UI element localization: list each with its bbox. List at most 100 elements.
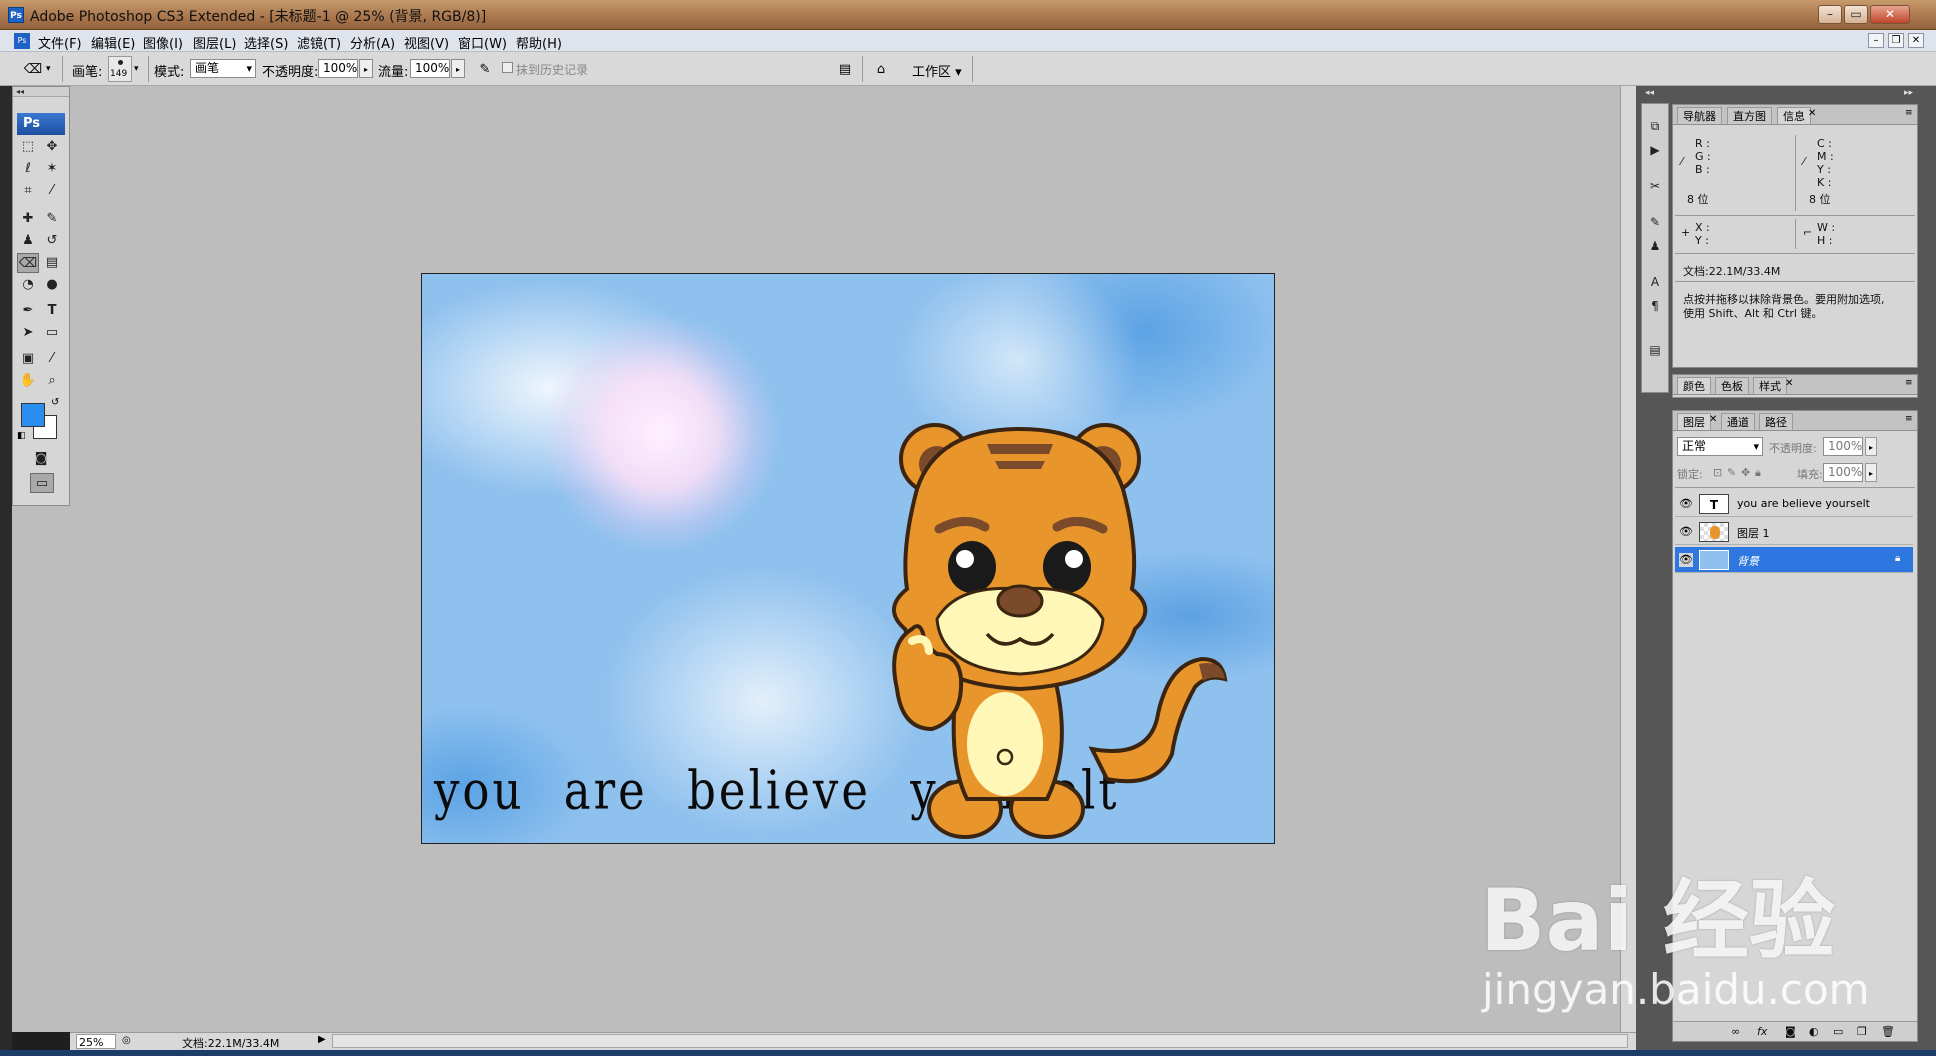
- new-layer-icon[interactable]: ❐: [1857, 1025, 1867, 1038]
- palette-well-icon[interactable]: ▤: [834, 58, 856, 80]
- paragraph-panel-icon[interactable]: ¶: [1644, 296, 1666, 316]
- layer-row-text[interactable]: 👁︎ T you are believe yourselt: [1675, 491, 1913, 517]
- tab-info[interactable]: 信息: [1777, 107, 1811, 124]
- mode-dropdown[interactable]: 画笔: [190, 59, 256, 78]
- tab-navigator[interactable]: 导航器: [1677, 107, 1722, 124]
- menu-help[interactable]: 帮助(H): [516, 33, 562, 52]
- eye-icon[interactable]: 👁︎: [1679, 553, 1693, 567]
- lock-all-icon[interactable]: 🔒︎: [1755, 466, 1761, 480]
- menu-file[interactable]: 文件(F): [38, 33, 82, 52]
- status-menu-arrow-icon[interactable]: ▶: [318, 1034, 326, 1045]
- panel-menu-icon[interactable]: ≡: [1905, 378, 1913, 388]
- healing-brush-icon[interactable]: ✚: [17, 209, 39, 229]
- path-select-icon[interactable]: ➤: [17, 323, 39, 343]
- lock-position-icon[interactable]: ✥: [1741, 466, 1750, 479]
- dodge-tool-icon[interactable]: ●: [41, 275, 63, 295]
- status-icon[interactable]: ◎: [122, 1035, 136, 1049]
- close-button[interactable]: ✕: [1870, 5, 1910, 24]
- history-brush-icon[interactable]: ↺: [41, 231, 63, 251]
- flow-input[interactable]: 100%: [410, 59, 450, 78]
- dock-expand-icon[interactable]: ▸▸: [1904, 88, 1913, 98]
- close-tab-icon[interactable]: ✕: [1785, 378, 1793, 389]
- blend-mode-dropdown[interactable]: 正常: [1677, 437, 1763, 456]
- brush-picker[interactable]: 149: [108, 56, 132, 82]
- brush-tool-icon[interactable]: ✎: [41, 209, 63, 229]
- foreground-color-swatch[interactable]: [21, 403, 45, 427]
- add-mask-icon[interactable]: ◙: [1785, 1025, 1796, 1038]
- fill-slider-button[interactable]: ▸: [1865, 463, 1877, 482]
- erase-history-checkbox[interactable]: [502, 62, 513, 73]
- menu-select[interactable]: 选择(S): [244, 33, 288, 52]
- adjustment-layer-icon[interactable]: ◐: [1809, 1025, 1819, 1038]
- tab-swatches[interactable]: 色板: [1715, 377, 1749, 394]
- horizontal-scrollbar[interactable]: [332, 1034, 1628, 1048]
- history-panel-icon[interactable]: ⧉: [1644, 116, 1666, 136]
- lock-transparent-icon[interactable]: ⊡: [1713, 466, 1722, 479]
- layer-opacity-input[interactable]: 100%: [1823, 437, 1863, 456]
- layer-row-background[interactable]: 👁︎ 背景 🔒︎: [1675, 547, 1913, 573]
- dock-collapse-icon[interactable]: ◂◂: [1645, 88, 1654, 98]
- workspace-menu[interactable]: 工作区 ▾: [912, 61, 962, 80]
- chevron-down-icon[interactable]: ▾: [134, 64, 139, 74]
- fill-input[interactable]: 100%: [1823, 463, 1863, 482]
- opacity-input[interactable]: 100%: [318, 59, 358, 78]
- panel-menu-icon[interactable]: ≡: [1905, 414, 1913, 424]
- menu-window[interactable]: 窗口(W): [458, 33, 507, 52]
- marquee-tool-icon[interactable]: ⬚: [17, 137, 39, 157]
- doc-restore-button[interactable]: ❐: [1888, 33, 1904, 48]
- tab-layers[interactable]: 图层: [1677, 413, 1711, 430]
- zoom-level-field[interactable]: 25%: [76, 1034, 116, 1049]
- menu-view[interactable]: 视图(V): [404, 33, 449, 52]
- hand-tool-icon[interactable]: ✋: [17, 371, 39, 391]
- type-tool-icon[interactable]: T: [41, 301, 63, 321]
- maximize-button[interactable]: ▭: [1844, 5, 1868, 24]
- pen-tool-icon[interactable]: ✒: [17, 301, 39, 321]
- tab-paths[interactable]: 路径: [1759, 413, 1793, 430]
- menu-analysis[interactable]: 分析(A): [350, 33, 395, 52]
- menu-image[interactable]: 图像(I): [143, 33, 183, 52]
- panel-menu-icon[interactable]: ≡: [1905, 108, 1913, 118]
- eraser-tool-icon[interactable]: ⌫: [17, 253, 39, 273]
- bridge-icon[interactable]: ⌂: [870, 58, 892, 80]
- tool-presets-icon[interactable]: ✂: [1644, 176, 1666, 196]
- menu-layer[interactable]: 图层(L): [193, 33, 236, 52]
- character-panel-icon[interactable]: A: [1644, 272, 1666, 292]
- layer-opacity-slider-button[interactable]: ▸: [1865, 437, 1877, 456]
- ps-doc-icon[interactable]: Ps: [14, 33, 30, 49]
- airbrush-icon[interactable]: ✎: [474, 58, 496, 80]
- lasso-tool-icon[interactable]: ℓ: [17, 159, 39, 179]
- eye-icon[interactable]: 👁︎: [1679, 497, 1693, 511]
- layer-style-icon[interactable]: fx: [1757, 1025, 1767, 1038]
- doc-minimize-button[interactable]: –: [1868, 33, 1884, 48]
- crop-tool-icon[interactable]: ⌗: [17, 181, 39, 201]
- delete-layer-icon[interactable]: 🗑︎: [1881, 1025, 1895, 1038]
- actions-panel-icon[interactable]: ▶: [1644, 140, 1666, 160]
- tab-styles[interactable]: 样式: [1753, 377, 1787, 394]
- image-canvas[interactable]: you are believe yourselt: [421, 273, 1275, 844]
- eraser-tool-preset-icon[interactable]: ⌫: [22, 58, 44, 80]
- tab-channels[interactable]: 通道: [1721, 413, 1755, 430]
- magic-wand-icon[interactable]: ✶: [41, 159, 63, 179]
- close-tab-icon[interactable]: ✕: [1709, 414, 1717, 425]
- zoom-tool-icon[interactable]: ⌕: [41, 371, 63, 391]
- eye-icon[interactable]: 👁︎: [1679, 525, 1693, 539]
- eyedropper-icon[interactable]: ⁄: [41, 349, 63, 369]
- opacity-slider-button[interactable]: ▸: [359, 59, 373, 78]
- lock-pixels-icon[interactable]: ✎: [1727, 466, 1736, 479]
- clone-source-icon[interactable]: ♟: [1644, 236, 1666, 256]
- quick-mask-icon[interactable]: ◙: [30, 449, 52, 469]
- doc-close-button[interactable]: ✕: [1908, 33, 1924, 48]
- screen-mode-icon[interactable]: ▭: [30, 473, 54, 493]
- blur-tool-icon[interactable]: ◔: [17, 275, 39, 295]
- clone-stamp-icon[interactable]: ♟: [17, 231, 39, 251]
- tab-histogram[interactable]: 直方图: [1727, 107, 1772, 124]
- link-layers-icon[interactable]: ∞: [1731, 1025, 1740, 1038]
- shape-tool-icon[interactable]: ▭: [41, 323, 63, 343]
- new-group-icon[interactable]: ▭: [1833, 1025, 1843, 1038]
- tab-color[interactable]: 颜色: [1677, 377, 1711, 394]
- move-tool-icon[interactable]: ✥: [41, 137, 63, 157]
- notes-tool-icon[interactable]: ▣: [17, 349, 39, 369]
- layer-row-layer1[interactable]: 👁︎ 图层 1: [1675, 519, 1913, 545]
- brushes-panel-icon[interactable]: ✎: [1644, 212, 1666, 232]
- menu-edit[interactable]: 编辑(E): [91, 33, 135, 52]
